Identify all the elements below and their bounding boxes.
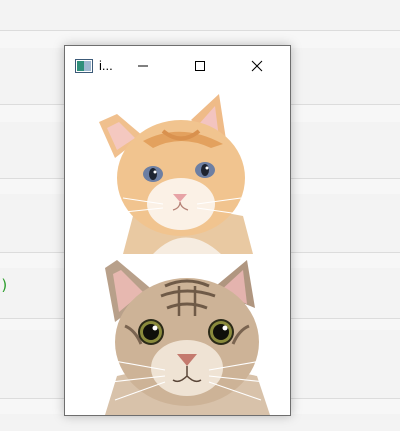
window-title: i... bbox=[99, 58, 113, 73]
minimize-icon bbox=[138, 65, 148, 67]
opencv-window-icon bbox=[75, 59, 93, 73]
code-fragment: ) bbox=[0, 276, 10, 294]
maximize-icon bbox=[195, 61, 205, 71]
image-canvas bbox=[65, 86, 290, 415]
orange-kitten-photo bbox=[93, 86, 278, 254]
maximize-button[interactable] bbox=[180, 50, 220, 82]
tabby-cat-photo bbox=[95, 256, 280, 415]
close-button[interactable] bbox=[237, 50, 277, 82]
minimize-button[interactable] bbox=[123, 50, 163, 82]
image-window[interactable]: i... bbox=[64, 45, 291, 416]
close-icon bbox=[251, 60, 263, 72]
title-bar[interactable]: i... bbox=[65, 46, 290, 86]
